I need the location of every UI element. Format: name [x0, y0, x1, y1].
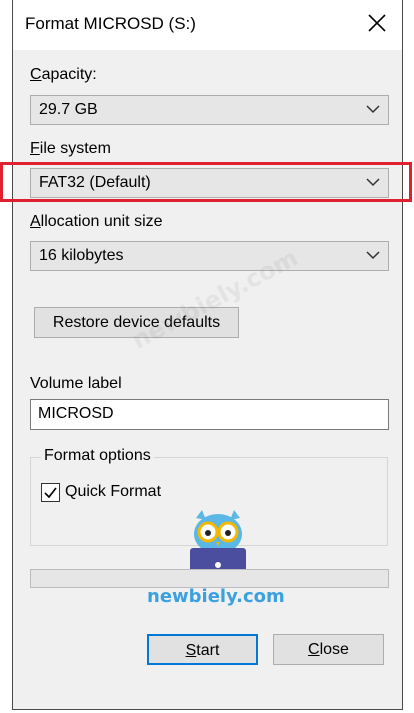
allocation-label: Allocation unit size [30, 213, 163, 231]
file-system-highlight-box [0, 162, 412, 202]
title-bar: Format MICROSD (S:) [13, 0, 402, 50]
format-options-legend: Format options [41, 447, 154, 465]
allocation-value: 16 kilobytes [39, 247, 124, 264]
quick-format-label[interactable]: Quick Format [65, 483, 161, 501]
file-system-label-mnemonic: F [30, 140, 40, 157]
start-mnemonic: S [185, 642, 197, 659]
close-mnemonic: C [308, 641, 320, 658]
chevron-down-icon [366, 251, 380, 260]
allocation-label-rest: llocation unit size [40, 213, 163, 230]
close-rest: lose [319, 641, 349, 658]
close-icon[interactable] [364, 10, 390, 36]
start-rest: tart [196, 642, 220, 659]
start-button[interactable]: Start [147, 634, 258, 665]
volume-label-input[interactable]: MICROSD [30, 399, 389, 430]
start-button-label: Start [186, 642, 220, 659]
capacity-label: Capacity: [30, 66, 97, 84]
format-dialog: Format MICROSD (S:) Capacity: 29.7 GB Fi… [12, 0, 403, 710]
allocation-label-mnemonic: A [30, 213, 41, 230]
format-progress-bar [30, 569, 389, 588]
capacity-label-rest: apacity: [41, 66, 97, 83]
watermark-bound-text: newbiely.com [147, 586, 285, 607]
close-button-label: Close [308, 641, 349, 658]
window-title: Format MICROSD (S:) [25, 14, 196, 33]
watermark-text: newbiely.com [147, 586, 285, 607]
allocation-select[interactable]: 16 kilobytes [30, 241, 389, 271]
close-button[interactable]: Close [273, 634, 384, 665]
quick-format-checkbox[interactable] [41, 483, 60, 502]
volume-label-caption: Volume label [30, 375, 122, 392]
capacity-select[interactable]: 29.7 GB [30, 95, 389, 125]
capacity-label-mnemonic: C [30, 66, 42, 83]
checkmark-icon [44, 487, 57, 499]
file-system-label-rest: ile system [39, 140, 111, 157]
chevron-down-icon [366, 105, 380, 114]
file-system-label: File system [30, 140, 111, 158]
volume-label-value: MICROSD [38, 405, 114, 422]
capacity-value: 29.7 GB [39, 101, 98, 118]
